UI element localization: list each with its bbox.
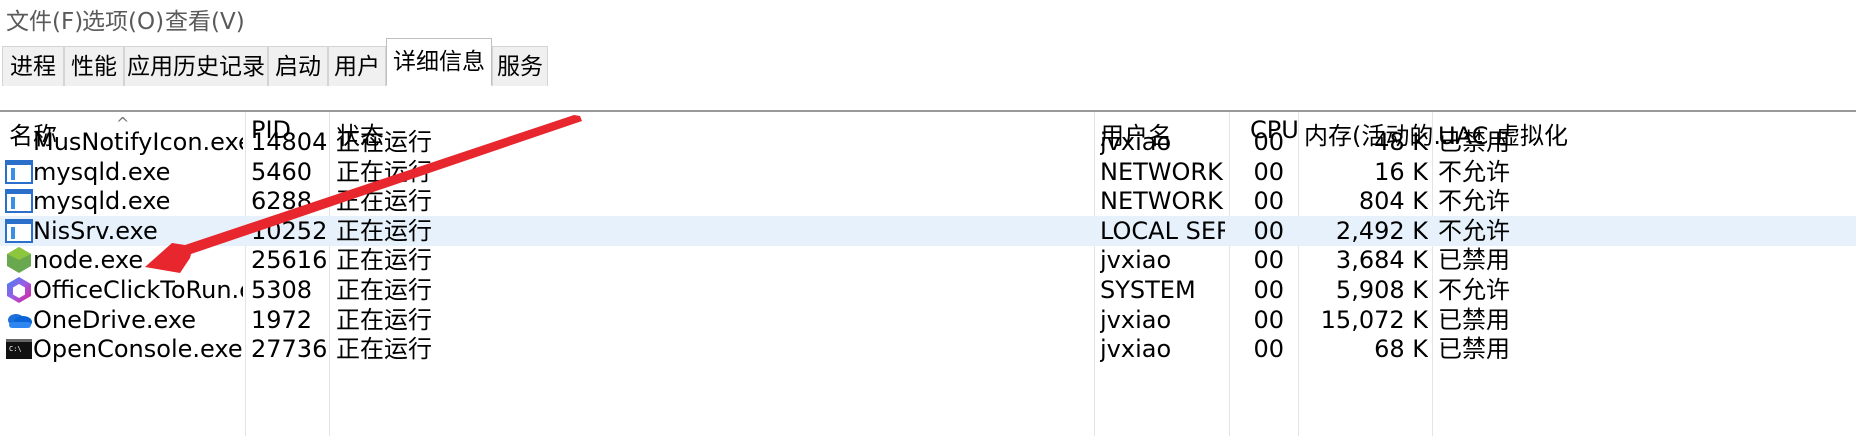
process-user: jvxiao [1100,335,1172,364]
process-cpu: 00 [1253,335,1284,364]
process-pid: 6288 [251,187,313,216]
process-status: 正在运行 [336,157,432,186]
process-status: 正在运行 [336,187,432,216]
process-pid: 5460 [251,157,313,186]
tab-divider [0,110,1856,112]
table-row[interactable]: C:\ OpenConsole.exe 27736 正在运行 jvxiao 00 68 K 已… [0,334,1856,364]
process-pid: 27736 [251,335,327,364]
process-uac: 已禁用 [1438,128,1510,156]
onedrive-cloud-icon [5,306,33,334]
process-uac: 不允许 [1438,276,1510,304]
process-user: NETWORK... [1100,187,1225,216]
table-row[interactable]: NisSrv.exe 10252 正在运行 LOCAL SER... 00 2,492 K… [0,215,1856,246]
menu-file[interactable]: 文件(F) [6,2,83,36]
process-status: 正在运行 [336,246,432,275]
process-name: NisSrv.exe [33,216,158,245]
process-user: LOCAL SER... [1100,216,1225,245]
process-name: MusNotifyIcon.exe [33,128,243,156]
process-uac: 不允许 [1438,187,1510,216]
tab-processes[interactable]: 进程 [2,46,64,86]
process-user: jvxiao [1100,305,1172,334]
process-pid: 14804 [251,128,327,156]
process-name: mysqld.exe [33,157,171,186]
window-app-icon [5,158,33,186]
process-status: 正在运行 [336,335,432,364]
process-memory: 16 K [1374,157,1428,186]
console-icon: C:\ [5,335,33,363]
process-name: OneDrive.exe [33,305,197,334]
process-status: 正在运行 [336,276,432,304]
table-row[interactable]: OfficeClickToRun.exe 5308 正在运行 SYSTEM 00 5,90… [0,275,1856,305]
blank-icon [5,128,33,156]
table-row[interactable]: OneDrive.exe 1972 正在运行 jvxiao 00 15,072 K 已禁用 [0,305,1856,335]
process-name: node.exe [33,246,144,275]
process-status: 正在运行 [336,305,432,334]
process-memory: 5,908 K [1335,276,1428,304]
menu-options[interactable]: 选项(O) [82,2,164,36]
process-memory: 48 K [1374,128,1428,156]
process-cpu: 00 [1253,276,1284,304]
process-uac: 不允许 [1438,157,1510,186]
process-pid: 5308 [251,276,313,304]
table-row[interactable]: mysqld.exe 6288 正在运行 NETWORK... 00 804 K 不允许 [0,186,1856,216]
process-user: jvxiao [1100,128,1172,156]
process-cpu: 00 [1253,187,1284,216]
tab-app-history[interactable]: 应用历史记录 [124,46,268,86]
process-uac: 已禁用 [1438,335,1510,364]
process-memory: 2,492 K [1335,216,1428,245]
table-row[interactable]: mysqld.exe 5460 正在运行 NETWORK... 00 16 K 不允许 [0,157,1856,187]
process-user: jvxiao [1100,246,1172,275]
process-pid: 10252 [251,216,327,245]
table-row[interactable]: MusNotifyIcon.exe 14804 正在运行 jvxiao 00 48 K 已禁… [0,127,1856,157]
window-app-icon [5,217,33,245]
tab-startup[interactable]: 启动 [268,46,328,86]
process-memory: 804 K [1358,187,1428,216]
nodejs-hexagon-icon [5,246,33,274]
process-name: OpenConsole.exe [33,335,243,364]
window-app-icon [5,187,33,215]
process-uac: 已禁用 [1438,305,1510,334]
tab-performance[interactable]: 性能 [64,46,124,86]
process-cpu: 00 [1253,157,1284,186]
process-user: NETWORK... [1100,157,1225,186]
process-status: 正在运行 [336,128,432,156]
menu-view[interactable]: 查看(V) [165,2,245,36]
process-status: 正在运行 [336,216,432,245]
table-row[interactable]: node.exe 25616 正在运行 jvxiao 00 3,684 K 已禁用 [0,245,1856,275]
menu-bar: 文件(F) 选项(O) 查看(V) [0,0,1856,36]
tab-details[interactable]: 详细信息 [386,38,492,86]
process-pid: 1972 [251,305,313,334]
process-memory: 3,684 K [1335,246,1428,275]
process-uac: 已禁用 [1438,246,1510,275]
process-cpu: 00 [1253,216,1284,245]
process-cpu: 00 [1253,128,1284,156]
process-name: OfficeClickToRun.exe [33,276,243,304]
process-memory: 15,072 K [1320,305,1428,334]
process-user: SYSTEM [1100,276,1196,304]
process-cpu: 00 [1253,305,1284,334]
process-memory: 68 K [1374,335,1428,364]
process-uac: 不允许 [1438,216,1510,245]
tab-services[interactable]: 服务 [492,46,548,86]
office-logo-icon [5,276,33,304]
process-name: mysqld.exe [33,187,171,216]
process-cpu: 00 [1253,246,1284,275]
process-pid: 25616 [251,246,327,275]
svg-text:C:\: C:\ [9,345,22,353]
tab-users[interactable]: 用户 [328,46,386,86]
